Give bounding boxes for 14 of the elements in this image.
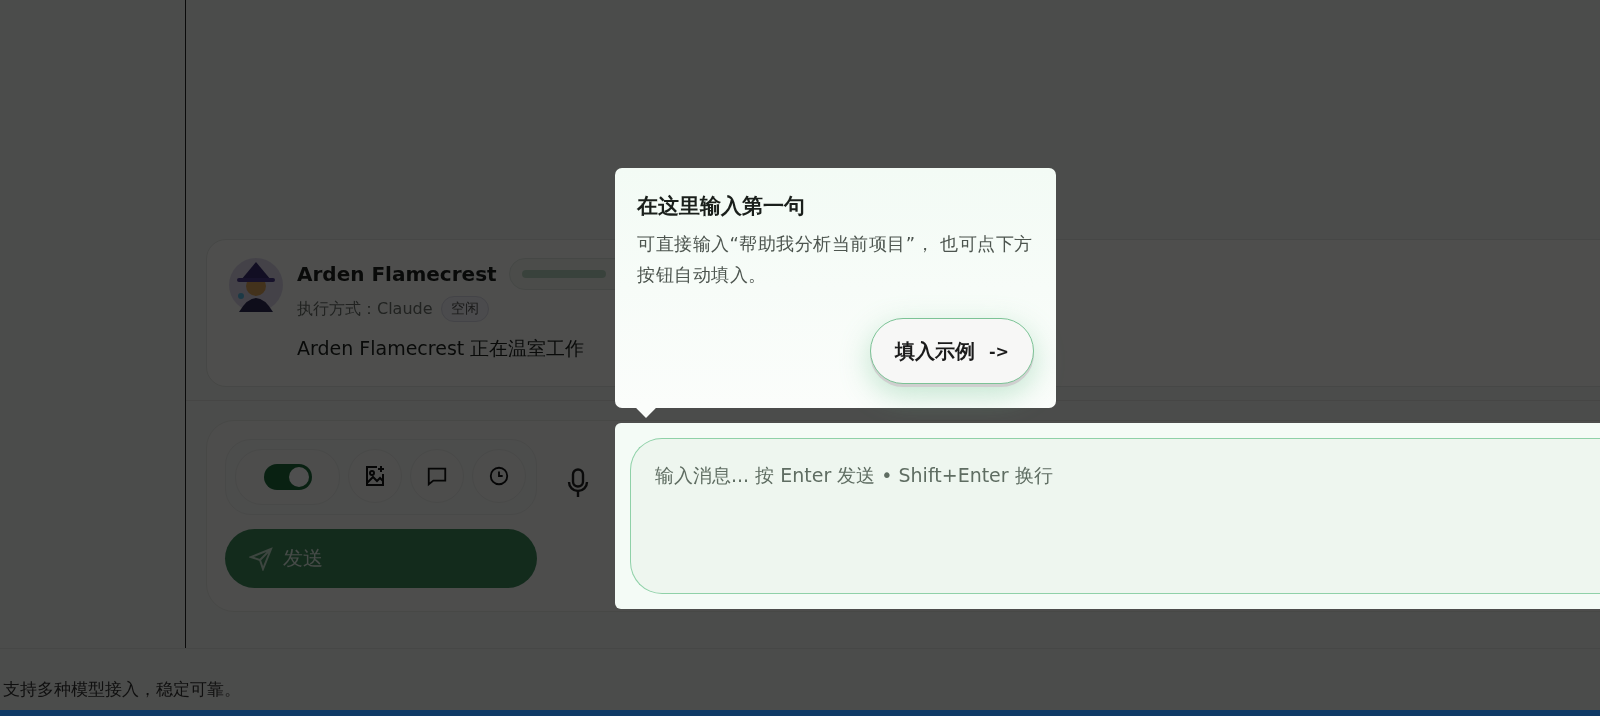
microphone-icon[interactable]	[567, 468, 589, 498]
send-icon	[249, 546, 273, 571]
add-image-icon	[363, 464, 387, 488]
message-input[interactable]: 输入消息... 按 Enter 发送 • Shift+Enter 换行	[630, 438, 1600, 594]
chat-bubble-icon	[426, 465, 448, 487]
popover-text: 可直接输入“帮助我分析当前项目”， 也可点下方按钮自动填入。	[637, 232, 1034, 287]
footer-text: 支持多种模型接入，稳定可靠。	[3, 678, 241, 701]
clock-icon	[488, 465, 510, 487]
popover-title: 在这里输入第一句	[637, 193, 806, 220]
agent-message: Arden Flamecrest 正在温室工作	[297, 336, 586, 361]
toggle-switch[interactable]	[263, 464, 312, 490]
agent-name: Arden Flamecrest	[297, 262, 497, 286]
avatar	[229, 258, 283, 312]
fill-example-button[interactable]: 填入示例 ->	[869, 318, 1034, 384]
